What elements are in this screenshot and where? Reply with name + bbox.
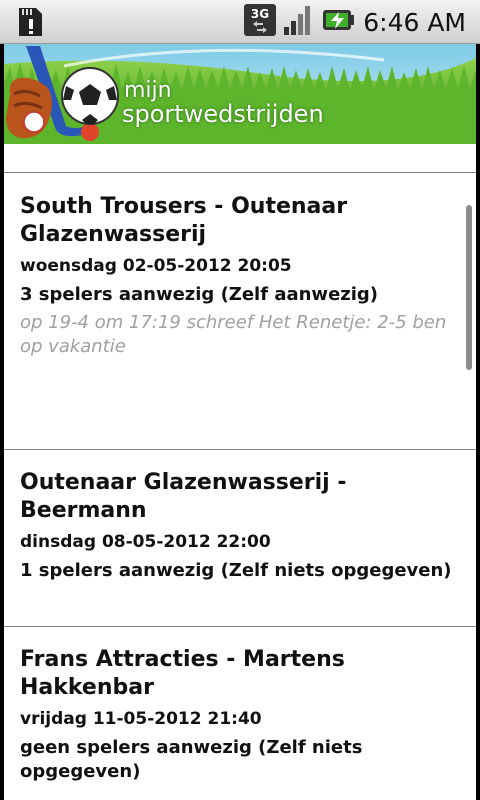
match-date: vrijdag 11-05-2012 21:40 xyxy=(20,709,262,729)
match-attendance: 3 spelers aanwezig (Zelf aanwezig) xyxy=(20,284,379,305)
screen-frame-right xyxy=(476,44,480,800)
sd-card-warning-icon xyxy=(14,6,46,38)
signal-strength-icon xyxy=(283,3,315,41)
match-title: Frans Attracties - Martens Hakkenbar xyxy=(20,647,345,700)
match-list-item[interactable]: Frans Attracties - Martens Hakkenbar vri… xyxy=(4,627,476,800)
network-type-label: 3G xyxy=(251,7,269,21)
match-attendance: geen spelers aanwezig (Zelf niets opgege… xyxy=(20,737,363,782)
match-date: dinsdag 08-05-2012 22:00 xyxy=(20,532,271,552)
match-comment: op 19-4 om 17:19 schreef Het Renetje: 2-… xyxy=(20,312,447,357)
brand-line-2: sportwedstrijden xyxy=(122,100,324,128)
battery-charging-icon xyxy=(321,3,355,41)
match-list-item[interactable]: South Trousers - Outenaar Glazenwasserij… xyxy=(4,173,476,450)
match-list-item[interactable]: Outenaar Glazenwasserij - Beermann dinsd… xyxy=(4,450,476,627)
match-attendance: 1 spelers aanwezig (Zelf niets opgegeven… xyxy=(20,560,452,581)
match-date: woensdag 02-05-2012 20:05 xyxy=(20,256,292,276)
status-bar: 3G 6:46 AM xyxy=(0,0,480,44)
header-banner xyxy=(4,44,476,144)
match-title: South Trousers - Outenaar Glazenwasserij xyxy=(20,194,348,247)
soccer-ball-icon xyxy=(61,67,119,125)
status-time: 6:46 AM xyxy=(363,7,466,37)
list-scrollbar[interactable] xyxy=(466,205,472,370)
match-title: Outenaar Glazenwasserij - Beermann xyxy=(20,470,347,523)
app-header: mijn sportwedstrijden xyxy=(4,44,476,172)
network-3g-icon: 3G xyxy=(243,3,277,41)
match-list[interactable]: South Trousers - Outenaar Glazenwasserij… xyxy=(4,173,476,800)
